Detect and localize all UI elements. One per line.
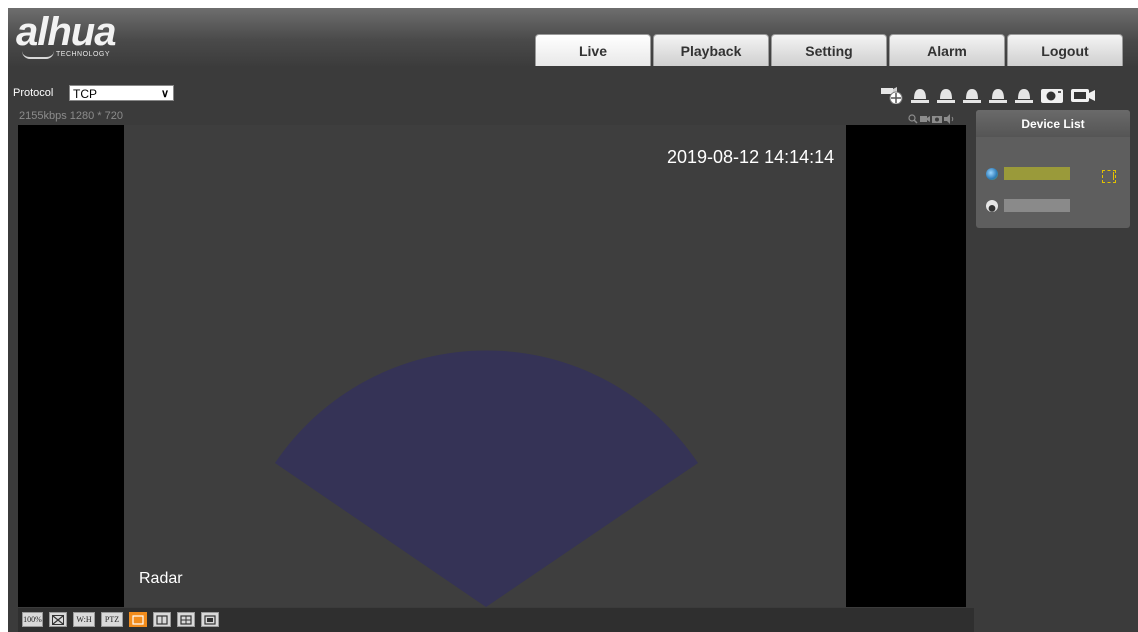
alarm-bell-icon[interactable] bbox=[1014, 82, 1034, 104]
radar-sector bbox=[275, 350, 698, 607]
live-video-view[interactable]: 2019-08-12 14:14:14 Radar bbox=[18, 125, 966, 607]
toolbar: Protocol TCP ∨ bbox=[8, 74, 1138, 104]
two-window-icon bbox=[156, 614, 168, 625]
video-tools bbox=[908, 111, 954, 124]
globe-icon bbox=[986, 167, 998, 180]
bitrate-resolution-text: 2155kbps 1280 * 720 bbox=[19, 110, 123, 122]
aspect-ratio-button[interactable]: W:H bbox=[73, 612, 95, 627]
fullscreen-icon bbox=[52, 614, 64, 625]
layout-2-button[interactable] bbox=[153, 612, 171, 627]
digital-zoom-icon[interactable] bbox=[908, 111, 918, 124]
layout-1-button[interactable] bbox=[129, 612, 147, 627]
tab-logout[interactable]: Logout bbox=[1007, 34, 1123, 66]
bottom-toolbar: 100% W:H PTZ bbox=[18, 608, 974, 632]
radar-coverage-overlay bbox=[275, 350, 698, 607]
channel-row[interactable] bbox=[986, 199, 1070, 212]
protocol-label: Protocol bbox=[13, 87, 54, 99]
snapshot-icon[interactable] bbox=[932, 111, 942, 123]
header: alhua TECHNOLOGY Live Playback Setting A… bbox=[8, 8, 1138, 66]
logo: alhua bbox=[16, 10, 116, 54]
tab-alarm[interactable]: Alarm bbox=[889, 34, 1005, 66]
alarm-bell-icon[interactable] bbox=[988, 82, 1008, 104]
stream-status-bar: 2155kbps 1280 * 720 bbox=[18, 109, 974, 125]
main-tabs: Live Playback Setting Alarm Logout bbox=[535, 34, 1125, 66]
alarm-bell-icon[interactable] bbox=[962, 82, 982, 104]
osd-channel-name: Radar bbox=[139, 570, 183, 587]
fullscreen-button[interactable] bbox=[49, 612, 67, 627]
osd-timestamp: 2019-08-12 14:14:14 bbox=[667, 147, 835, 167]
app-window: alhua TECHNOLOGY Live Playback Setting A… bbox=[8, 8, 1138, 632]
protocol-select[interactable]: TCP ∨ bbox=[69, 85, 174, 101]
alarm-bell-icon[interactable] bbox=[910, 82, 930, 104]
alarm-bell-icon[interactable] bbox=[936, 82, 956, 104]
picture-in-picture-icon bbox=[204, 614, 216, 625]
ptz-button[interactable]: PTZ bbox=[101, 612, 123, 627]
logo-subtitle: TECHNOLOGY bbox=[56, 51, 111, 58]
device-list-title: Device List bbox=[976, 110, 1130, 137]
audio-icon[interactable] bbox=[944, 111, 954, 124]
top-icons bbox=[880, 82, 1102, 104]
device-name-redacted bbox=[1004, 167, 1070, 180]
device-list-panel: Device List bbox=[976, 110, 1130, 228]
tab-live[interactable]: Live bbox=[535, 34, 651, 66]
protocol-value: TCP bbox=[73, 87, 97, 101]
local-record-icon[interactable] bbox=[920, 111, 930, 122]
ptz-camera-icon[interactable] bbox=[880, 82, 904, 104]
channel-name-redacted bbox=[1004, 199, 1070, 212]
record-icon[interactable] bbox=[1070, 82, 1096, 104]
chevron-down-icon: ∨ bbox=[160, 88, 169, 100]
tab-playback[interactable]: Playback bbox=[653, 34, 769, 66]
original-size-button[interactable]: 100% bbox=[22, 612, 43, 627]
four-window-icon bbox=[180, 614, 192, 625]
logo-swoosh bbox=[22, 51, 54, 59]
open-all-icon[interactable] bbox=[1102, 170, 1116, 183]
snapshot-icon[interactable] bbox=[1040, 82, 1064, 104]
layout-4-button[interactable] bbox=[177, 612, 195, 627]
device-row[interactable] bbox=[986, 167, 1070, 180]
single-window-icon bbox=[132, 614, 144, 625]
dome-camera-icon bbox=[986, 199, 998, 212]
layout-pip-button[interactable] bbox=[201, 612, 219, 627]
tab-setting[interactable]: Setting bbox=[771, 34, 887, 66]
